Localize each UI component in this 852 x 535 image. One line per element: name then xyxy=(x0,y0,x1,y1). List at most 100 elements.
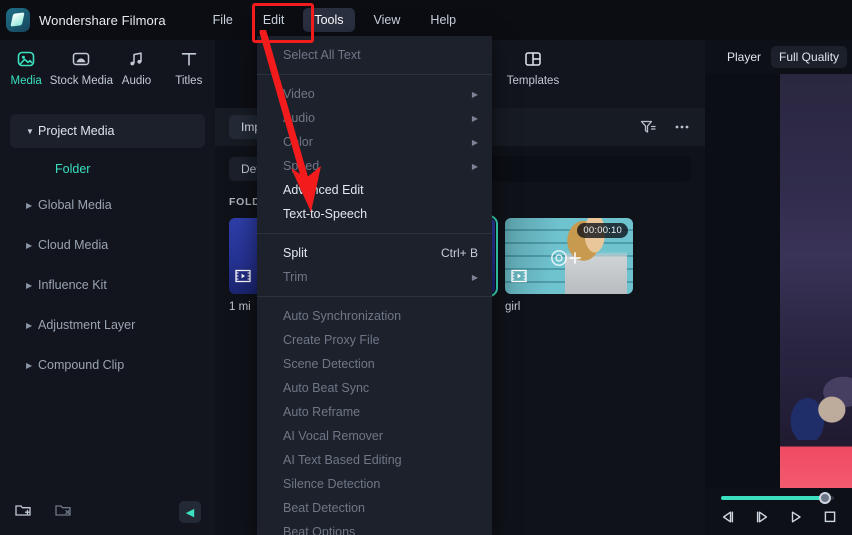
player-panel: Player Full Quality xyxy=(705,40,852,535)
filmora-window: Wondershare Filmora File Edit Tools View… xyxy=(0,0,852,535)
sidebar-item-label: Compound Clip xyxy=(38,358,125,372)
menu-tools[interactable]: Tools xyxy=(303,8,355,32)
chevron-right-icon: ▶ xyxy=(26,200,33,210)
thumbnail-hover-actions[interactable] xyxy=(550,249,588,267)
menu-item-ai-vocal-remover[interactable]: AI Vocal Remover xyxy=(257,424,492,448)
menu-item-trim[interactable]: Trim ▶ xyxy=(257,265,492,289)
menu-item-beat-options[interactable]: Beat Options xyxy=(257,520,492,535)
templates-grid-icon xyxy=(523,48,543,70)
tab-media[interactable]: Media xyxy=(0,48,52,87)
menu-item-create-proxy-file[interactable]: Create Proxy File xyxy=(257,328,492,352)
menu-item-label: Select All Text xyxy=(283,48,361,62)
menu-separator xyxy=(257,74,492,75)
menu-item-speed[interactable]: Speed ▶ xyxy=(257,154,492,178)
media-thumbnail[interactable]: 00:00:10 xyxy=(505,218,633,294)
menu-item-auto-synchronization[interactable]: Auto Synchronization xyxy=(257,304,492,328)
submenu-arrow-icon: ▶ xyxy=(471,272,478,282)
menu-item-video[interactable]: Video ▶ xyxy=(257,82,492,106)
menu-item-split[interactable]: Split Ctrl+ B xyxy=(257,241,492,265)
menu-item-label: AI Text Based Editing xyxy=(283,453,402,467)
tab-templates-label: Templates xyxy=(506,75,560,87)
menu-item-advanced-edit[interactable]: Advanced Edit xyxy=(257,178,492,202)
seek-handle[interactable] xyxy=(819,492,831,504)
menu-item-auto-reframe[interactable]: Auto Reframe xyxy=(257,400,492,424)
sidebar-item-folder[interactable]: Folder xyxy=(10,154,205,184)
menu-separator xyxy=(257,296,492,297)
delete-folder-icon[interactable] xyxy=(54,501,72,524)
video-clip-icon xyxy=(235,269,251,288)
audio-note-icon xyxy=(126,48,146,70)
tab-media-label: Media xyxy=(10,75,42,87)
tab-stock-media[interactable]: Stock Media xyxy=(49,48,113,87)
previous-frame-icon[interactable] xyxy=(720,510,736,524)
player-header: Player Full Quality xyxy=(705,40,852,74)
tool-tabs: Media Stock Media Audio Titles xyxy=(0,40,215,108)
sidebar-item-project-media[interactable]: ▼ Project Media xyxy=(10,114,205,148)
menu-item-label: Advanced Edit xyxy=(283,183,364,197)
sidebar-item-adjustment-layer[interactable]: ▶ Adjustment Layer xyxy=(10,308,205,342)
sidebar-item-label: Influence Kit xyxy=(38,278,107,292)
media-icon xyxy=(16,48,36,70)
tab-stock-media-label: Stock Media xyxy=(49,75,113,87)
next-frame-icon[interactable] xyxy=(754,510,770,524)
menu-item-label: Audio xyxy=(283,111,315,125)
menu-bar: File Edit Tools View Help xyxy=(198,0,471,40)
tools-dropdown-menu: Select All Text Video ▶ Audio ▶ Color ▶ … xyxy=(257,36,492,535)
titles-text-icon xyxy=(179,48,199,70)
sidebar-item-influence-kit[interactable]: ▶ Influence Kit xyxy=(10,268,205,302)
submenu-arrow-icon: ▶ xyxy=(471,137,478,147)
menu-item-color[interactable]: Color ▶ xyxy=(257,130,492,154)
menu-help[interactable]: Help xyxy=(419,8,467,32)
player-tab[interactable]: Player xyxy=(727,50,761,64)
media-item[interactable]: 00:00:10 girl xyxy=(505,218,633,313)
menu-item-label: Auto Reframe xyxy=(283,405,361,419)
tool-tabs-right: Templates xyxy=(490,40,705,108)
app-title: Wondershare Filmora xyxy=(39,12,166,28)
menu-item-text-to-speech[interactable]: Text-to-Speech xyxy=(257,202,492,226)
stop-icon[interactable] xyxy=(822,510,838,524)
quality-dropdown[interactable]: Full Quality xyxy=(771,46,848,68)
tab-templates[interactable]: Templates xyxy=(504,48,562,87)
collapse-panel-icon[interactable]: ◀ xyxy=(179,501,201,523)
submenu-arrow-icon: ▶ xyxy=(471,113,478,123)
sidebar-item-global-media[interactable]: ▶ Global Media xyxy=(10,188,205,222)
menu-item-scene-detection[interactable]: Scene Detection xyxy=(257,352,492,376)
seek-fill xyxy=(721,496,825,500)
play-icon[interactable] xyxy=(788,510,804,524)
menu-item-audio[interactable]: Audio ▶ xyxy=(257,106,492,130)
menu-edit[interactable]: Edit xyxy=(252,8,296,32)
menu-item-beat-detection[interactable]: Beat Detection xyxy=(257,496,492,520)
player-stage xyxy=(705,74,852,488)
menu-item-label: Scene Detection xyxy=(283,357,375,371)
seek-slider[interactable] xyxy=(721,492,834,504)
menu-item-shortcut: Ctrl+ B xyxy=(440,246,478,260)
chevron-right-icon: ▶ xyxy=(26,240,33,250)
sidebar-item-label: Global Media xyxy=(38,198,112,212)
filter-icon[interactable] xyxy=(639,118,657,136)
tab-audio[interactable]: Audio xyxy=(110,48,162,87)
menu-item-label: Split xyxy=(283,246,308,260)
transport-buttons xyxy=(705,510,852,524)
menu-file[interactable]: File xyxy=(202,8,244,32)
menu-item-label: Auto Beat Sync xyxy=(283,381,370,395)
menu-item-label: Auto Synchronization xyxy=(283,309,402,323)
stock-media-icon xyxy=(71,48,91,70)
sidebar-item-compound-clip[interactable]: ▶ Compound Clip xyxy=(10,348,205,382)
menu-item-ai-text-based-editing[interactable]: AI Text Based Editing xyxy=(257,448,492,472)
submenu-arrow-icon: ▶ xyxy=(471,161,478,171)
sidebar-item-cloud-media[interactable]: ▶ Cloud Media xyxy=(10,228,205,262)
more-options-icon[interactable] xyxy=(673,118,691,136)
menu-item-label: Video xyxy=(283,87,315,101)
menu-view[interactable]: View xyxy=(363,8,412,32)
tab-titles-label: Titles xyxy=(175,75,203,87)
menu-item-silence-detection[interactable]: Silence Detection xyxy=(257,472,492,496)
menu-item-label: Color xyxy=(283,135,313,149)
sidebar-item-label: Adjustment Layer xyxy=(38,318,136,332)
menu-item-select-all-text[interactable]: Select All Text xyxy=(257,43,492,67)
video-clip-icon xyxy=(511,269,527,288)
tab-titles[interactable]: Titles xyxy=(163,48,215,87)
menu-item-auto-beat-sync[interactable]: Auto Beat Sync xyxy=(257,376,492,400)
menu-item-label: Beat Options xyxy=(283,525,356,535)
title-bar: Wondershare Filmora File Edit Tools View… xyxy=(0,0,852,40)
new-folder-icon[interactable] xyxy=(14,501,32,524)
